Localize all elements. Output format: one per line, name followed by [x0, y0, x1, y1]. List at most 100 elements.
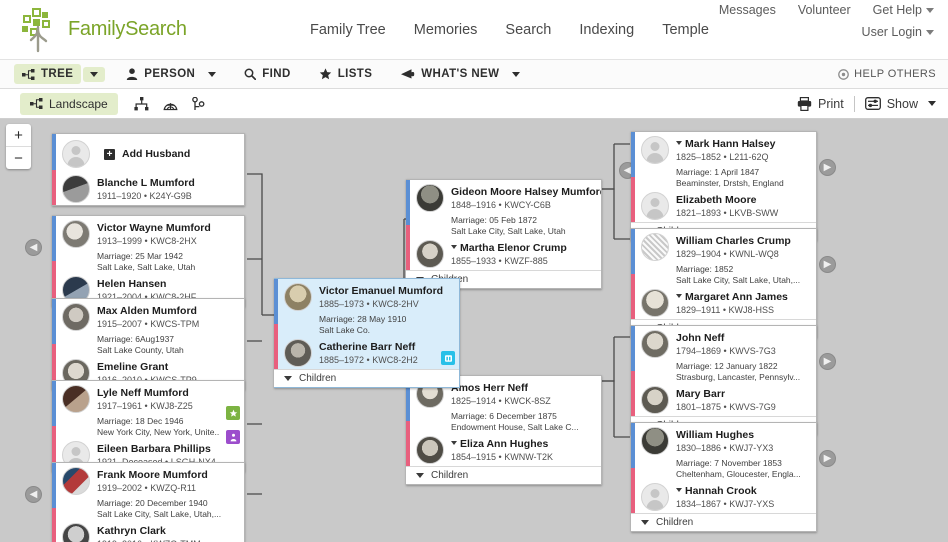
person-row[interactable]: Max Alden Mumford 1915–2007 • KWCS-TPM — [56, 299, 244, 333]
person-meta: 1821–1893 • LKVB-SWW — [676, 207, 810, 219]
chevron-down-icon — [512, 72, 520, 77]
expand-right-arrow-4[interactable]: ▶ — [819, 450, 836, 467]
tree-button[interactable]: TREE — [14, 64, 81, 84]
zoom-controls[interactable]: + − — [6, 124, 31, 169]
marriage-place: New York City, New York, Unite.. — [97, 427, 238, 438]
nav-volunteer[interactable]: Volunteer — [798, 3, 851, 17]
grandparent-card-0[interactable]: Mark Hann Halsey 1825–1852 • L211-62Q Ma… — [631, 131, 817, 241]
view-toolbar: Landscape Print — [0, 89, 948, 119]
person-row-spouse[interactable]: Hannah Crook 1834–1867 • KWJ7-YXS — [635, 482, 816, 513]
avatar — [641, 330, 669, 358]
nav-memories[interactable]: Memories — [414, 22, 478, 38]
nav-user-login[interactable]: User Login — [862, 25, 934, 39]
parent-card-paternal[interactable]: Gideon Moore Halsey Mumford 1848–1916 • … — [406, 179, 602, 289]
descendant-card-2[interactable]: Max Alden Mumford 1915–2007 • KWCS-TPM M… — [52, 298, 245, 390]
person-row[interactable]: Lyle Neff Mumford 1917–1961 • KWJ8-Z25 — [56, 381, 244, 415]
descendant-card-0[interactable]: + Add Husband Blanche L Mumford 1911–192… — [52, 133, 245, 206]
expand-right-arrow-2[interactable]: ▶ — [819, 256, 836, 273]
children-toggle[interactable]: Children — [631, 513, 816, 531]
descendant-card-3[interactable]: Lyle Neff Mumford 1917–1961 • KWJ8-Z25 M… — [52, 380, 245, 472]
zoom-out-button[interactable]: − — [6, 147, 31, 169]
person-row[interactable]: Frank Moore Mumford 1919–2002 • KWZQ-R11 — [56, 463, 244, 497]
person-row[interactable]: Gideon Moore Halsey Mumford 1848–1916 • … — [410, 180, 602, 214]
chevron-down-icon[interactable] — [676, 141, 682, 145]
portrait-tree-icon[interactable] — [134, 97, 149, 111]
person-meta: 1834–1867 • KWJ7-YXS — [676, 498, 810, 510]
grandparent-card-1[interactable]: William Charles Crump 1829–1904 • KWNL-W… — [631, 228, 817, 338]
avatar — [62, 523, 90, 542]
grandparent-card-2[interactable]: John Neff 1794–1869 • KWVS-7G3 Marriage:… — [631, 325, 817, 435]
person-row-spouse[interactable]: Blanche L Mumford 1911–1920 • K24Y-G9B — [56, 174, 244, 205]
chevron-down-icon[interactable] — [676, 294, 682, 298]
marriage-date: Marriage: 20 December 1940 — [97, 498, 238, 509]
person-row[interactable]: John Neff 1794–1869 • KWVS-7G3 — [635, 326, 816, 360]
person-row[interactable]: Victor Emanuel Mumford 1885–1973 • KWC8-… — [278, 279, 459, 313]
marriage-date: Marriage: 6Aug1937 — [97, 334, 238, 345]
person-name: Emeline Grant — [97, 361, 238, 374]
expand-right-arrow-1[interactable]: ▶ — [819, 159, 836, 176]
nav-temple[interactable]: Temple — [662, 22, 709, 38]
source-badge-icon[interactable] — [441, 351, 455, 365]
temple-badge-icon[interactable] — [226, 406, 240, 420]
expand-left-arrow-descendants-2[interactable]: ◀ — [25, 486, 42, 503]
focus-person-card[interactable]: Victor Emanuel Mumford 1885–1973 • KWC8-… — [274, 278, 460, 388]
person-row-spouse[interactable]: Margaret Ann James 1829–1911 • KWJ8-HSS — [635, 288, 816, 319]
nav-family-tree[interactable]: Family Tree — [310, 22, 386, 38]
help-others-button[interactable]: HELP OTHERS — [838, 68, 936, 80]
nav-get-help[interactable]: Get Help — [873, 3, 934, 17]
person-row[interactable]: William Hughes 1830–1886 • KWJ7-YX3 — [635, 423, 816, 457]
marriage-info: Marriage: 05 Feb 1872 Salt Lake City, Sa… — [410, 214, 602, 239]
nav-search[interactable]: Search — [505, 22, 551, 38]
person-name: Eileen Barbara Phillips — [97, 443, 238, 456]
expand-right-arrow-3[interactable]: ▶ — [819, 353, 836, 370]
print-button[interactable]: Print — [797, 97, 844, 111]
person-row[interactable]: Mark Hann Halsey 1825–1852 • L211-62Q — [635, 132, 816, 166]
descendant-card-4[interactable]: Frank Moore Mumford 1919–2002 • KWZQ-R11… — [52, 462, 245, 542]
find-button[interactable]: FIND — [237, 65, 297, 83]
person-name: Margaret Ann James — [676, 291, 810, 304]
tree-dropdown-button[interactable] — [83, 67, 105, 82]
fan-chart-icon[interactable] — [163, 97, 178, 111]
person-meta: 1911–1920 • K24Y-G9B — [97, 190, 238, 202]
person-row-spouse[interactable]: Mary Barr 1801–1875 • KWVS-7G9 — [635, 385, 816, 416]
nav-messages[interactable]: Messages — [719, 3, 776, 17]
marriage-place: Strasburg, Lancaster, Pennsylv... — [676, 372, 810, 383]
descendant-card-1[interactable]: Victor Wayne Mumford 1913–1999 • KWC8-2H… — [52, 215, 245, 307]
marriage-date: Marriage: 25 Mar 1942 — [97, 251, 238, 262]
parent-card-maternal[interactable]: Amos Herr Neff 1825–1914 • KWCK-8SZ Marr… — [406, 375, 602, 485]
grandparent-card-3[interactable]: William Hughes 1830–1886 • KWJ7-YX3 Marr… — [631, 422, 817, 532]
whats-new-button[interactable]: WHAT'S NEW — [393, 65, 527, 83]
chevron-down-icon[interactable] — [676, 488, 682, 492]
person-row[interactable]: Victor Wayne Mumford 1913–1999 • KWC8-2H… — [56, 216, 244, 250]
pedigree-canvas[interactable]: + − ◀ ◀ ◀ ▶ ▶ ▶ ▶ + Add Husband Blanche … — [0, 119, 948, 542]
person-button[interactable]: PERSON — [119, 65, 223, 83]
ordinance-badge-icon[interactable] — [226, 430, 240, 444]
nav-indexing[interactable]: Indexing — [579, 22, 634, 38]
avatar — [62, 175, 90, 203]
person-name: Mary Barr — [676, 388, 810, 401]
person-name-text: Eliza Ann Hughes — [460, 438, 548, 450]
person-row-spouse[interactable]: Kathryn Clark 1919–2016 • KWZQ-TMM — [56, 522, 244, 542]
chevron-down-icon[interactable] — [451, 441, 457, 445]
person-row-spouse[interactable]: Elizabeth Moore 1821–1893 • LKVB-SWW — [635, 191, 816, 222]
avatar — [284, 283, 312, 311]
utility-navigation: Messages Volunteer Get Help User Login — [719, 3, 934, 39]
familysearch-logo[interactable]: FamilySearch — [14, 7, 187, 53]
person-row-spouse[interactable]: Eliza Ann Hughes 1854–1915 • KWNW-T2K — [410, 435, 601, 466]
person-meta: 1919–2002 • KWZQ-R11 — [97, 482, 238, 494]
children-toggle[interactable]: Children — [274, 369, 459, 387]
avatar — [62, 467, 90, 495]
add-husband-button[interactable]: + Add Husband — [56, 134, 244, 174]
landscape-view-button[interactable]: Landscape — [20, 93, 118, 115]
chevron-down-icon[interactable] — [451, 245, 457, 249]
descendancy-icon[interactable] — [192, 97, 205, 111]
show-button[interactable]: Show — [865, 97, 936, 111]
person-row-spouse[interactable]: Catherine Barr Neff 1885–1972 • KWC8-2H2 — [278, 338, 459, 369]
person-row-spouse[interactable]: Martha Elenor Crump 1855–1933 • KWZF-885 — [410, 239, 602, 270]
marriage-place: Endowment House, Salt Lake C... — [451, 422, 595, 433]
lists-button[interactable]: LISTS — [312, 65, 380, 83]
person-row[interactable]: William Charles Crump 1829–1904 • KWNL-W… — [635, 229, 816, 263]
zoom-in-button[interactable]: + — [6, 124, 31, 146]
children-toggle[interactable]: Children — [406, 466, 601, 484]
expand-left-arrow-descendants[interactable]: ◀ — [25, 239, 42, 256]
